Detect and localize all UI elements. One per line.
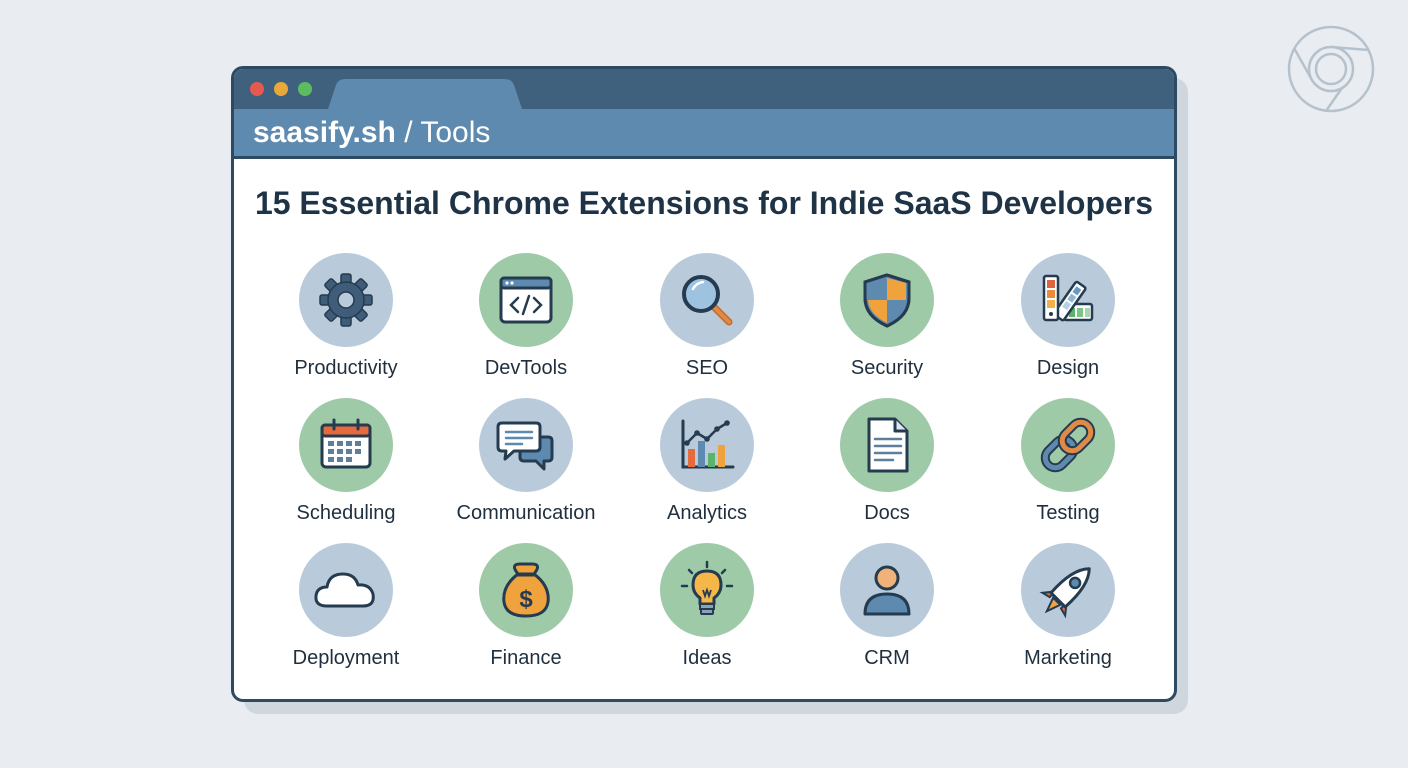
title-bar — [234, 69, 1174, 109]
bar-chart-icon — [681, 419, 735, 469]
category-testing[interactable]: Testing — [978, 398, 1158, 526]
category-label: Analytics — [666, 502, 748, 524]
category-label: Marketing — [1024, 647, 1112, 669]
chat-bubbles-icon — [496, 421, 554, 471]
category-label: Design — [1036, 357, 1100, 379]
category-label: Security — [850, 357, 924, 379]
magnifier-icon — [682, 275, 733, 326]
color-palette-icon — [1042, 274, 1094, 322]
category-docs[interactable]: Docs — [797, 398, 977, 526]
category-label: CRM — [864, 647, 910, 669]
category-icon-bg — [1021, 543, 1115, 637]
category-icon-bg — [840, 253, 934, 347]
category-productivity[interactable]: Productivity — [256, 253, 436, 381]
category-icon-bg — [840, 398, 934, 492]
category-icon-bg — [299, 253, 393, 347]
category-analytics[interactable]: Analytics — [617, 398, 797, 526]
category-icon-bg — [660, 398, 754, 492]
address-bar[interactable]: saasify.sh / Tools — [234, 109, 1174, 159]
person-icon — [863, 565, 911, 616]
category-ideas[interactable]: Ideas — [617, 543, 797, 671]
code-window-icon — [499, 276, 553, 324]
cloud-icon — [314, 572, 375, 608]
category-finance[interactable]: $ Finance — [436, 543, 616, 671]
category-label: Scheduling — [296, 502, 396, 524]
category-label: Docs — [864, 502, 910, 524]
category-label: SEO — [685, 357, 729, 379]
calendar-icon — [320, 418, 372, 469]
browser-tab[interactable] — [328, 79, 528, 109]
document-icon — [867, 417, 909, 473]
category-label: Testing — [1036, 502, 1100, 524]
maximize-dot[interactable] — [298, 82, 312, 96]
category-label: Deployment — [292, 647, 400, 669]
category-icon-bg — [1021, 398, 1115, 492]
svg-text:$: $ — [519, 586, 533, 613]
chrome-logo-icon — [1287, 25, 1375, 113]
category-crm[interactable]: CRM — [797, 543, 977, 671]
money-bag-icon: $ — [502, 562, 550, 618]
lightbulb-icon — [680, 560, 734, 615]
category-label: DevTools — [484, 357, 568, 379]
browser-window: saasify.sh / Tools 15 Essential Chrome E… — [231, 66, 1177, 702]
category-icon-bg — [299, 543, 393, 637]
page-title: 15 Essential Chrome Extensions for Indie… — [254, 185, 1154, 221]
category-seo[interactable]: SEO — [617, 253, 797, 381]
category-icon-bg — [660, 253, 754, 347]
category-icon-bg — [1021, 253, 1115, 347]
category-marketing[interactable]: Marketing — [978, 543, 1158, 671]
category-label: Ideas — [682, 647, 732, 669]
category-devtools[interactable]: DevTools — [436, 253, 616, 381]
url-domain: saasify.sh — [253, 116, 396, 149]
category-design[interactable]: Design — [978, 253, 1158, 381]
shield-icon — [863, 273, 911, 328]
category-icon-bg: $ — [479, 543, 573, 637]
url-text: saasify.sh / Tools — [253, 116, 490, 150]
category-label: Communication — [456, 502, 596, 524]
category-deployment[interactable]: Deployment — [256, 543, 436, 671]
url-path: / Tools — [404, 116, 491, 149]
gear-icon — [319, 273, 373, 327]
category-icon-bg — [660, 543, 754, 637]
category-label: Productivity — [294, 357, 398, 379]
rocket-icon — [1039, 567, 1091, 619]
minimize-dot[interactable] — [274, 82, 288, 96]
category-icon-bg — [840, 543, 934, 637]
category-security[interactable]: Security — [797, 253, 977, 381]
category-icon-bg — [479, 253, 573, 347]
category-communication[interactable]: Communication — [436, 398, 616, 526]
category-scheduling[interactable]: Scheduling — [256, 398, 436, 526]
category-label: Finance — [490, 647, 562, 669]
category-icon-bg — [299, 398, 393, 492]
category-icon-bg — [479, 398, 573, 492]
close-dot[interactable] — [250, 82, 264, 96]
chain-link-icon — [1040, 417, 1096, 473]
